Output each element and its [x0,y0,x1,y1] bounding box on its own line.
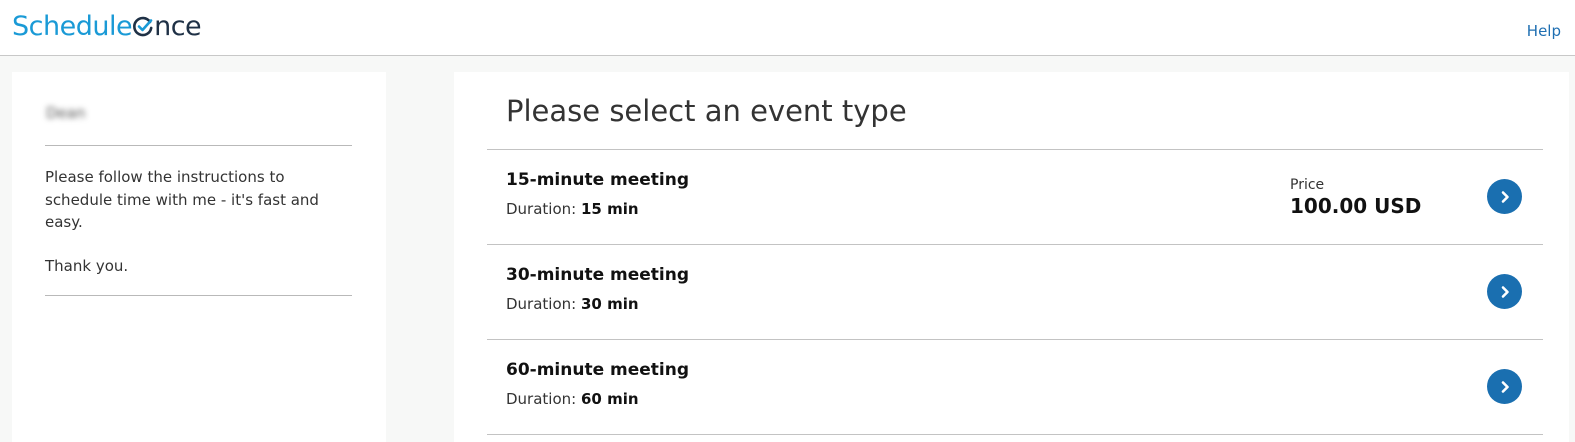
chevron-right-icon [1501,285,1509,298]
host-info-panel: Dean Please follow the instructions to s… [12,72,386,442]
top-header: Schedule nce Help [0,0,1575,56]
event-price: Price 100.00 USD [1290,177,1421,218]
duration-label: Duration: [506,200,577,218]
duration-label: Duration: [506,295,577,313]
thanks-message: Thank you. [45,257,129,275]
event-row-30-minute[interactable]: 30-minute meeting Duration: 30 min [487,245,1543,340]
scheduleonce-logo[interactable]: Schedule nce [12,10,202,44]
event-duration: Duration: 60 min [506,390,639,408]
select-event-button[interactable] [1487,369,1522,404]
chevron-right-icon [1501,380,1509,393]
help-link[interactable]: Help [1527,22,1561,40]
divider [45,295,352,296]
welcome-message: Please follow the instructions to schedu… [45,168,319,231]
event-selection-panel: Please select an event type 15-minute me… [454,72,1569,442]
logo-text-schedule: Schedule [12,11,133,42]
event-row-15-minute[interactable]: 15-minute meeting Duration: 15 min Price… [487,150,1543,245]
logo-text-nce: nce [154,11,202,42]
chevron-right-icon [1501,190,1509,203]
duration-label: Duration: [506,390,577,408]
event-duration: Duration: 15 min [506,200,639,218]
divider [45,145,352,146]
page-title: Please select an event type [506,94,907,128]
duration-value: 30 min [580,295,639,313]
event-name: 15-minute meeting [506,170,690,190]
event-type-list: 15-minute meeting Duration: 15 min Price… [487,149,1543,435]
select-event-button[interactable] [1487,274,1522,309]
event-name: 30-minute meeting [506,265,690,285]
price-label: Price [1290,177,1325,193]
duration-value: 15 min [580,200,639,218]
price-value: 100.00 USD [1290,194,1422,218]
host-name: Dean [46,104,86,122]
event-row-60-minute[interactable]: 60-minute meeting Duration: 60 min [487,340,1543,435]
checkmark-o-icon [132,10,154,44]
duration-value: 60 min [580,390,639,408]
event-name: 60-minute meeting [506,360,690,380]
select-event-button[interactable] [1487,179,1522,214]
event-duration: Duration: 30 min [506,295,639,313]
